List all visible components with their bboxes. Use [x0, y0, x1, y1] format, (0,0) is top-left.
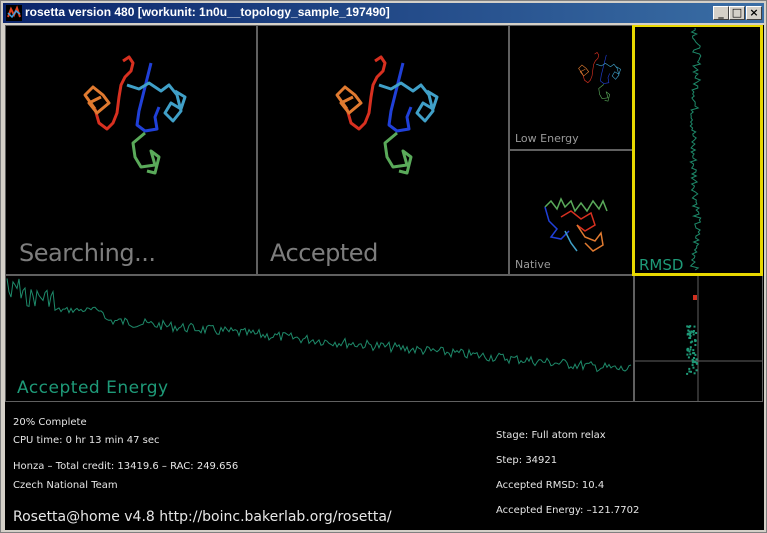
user-credit: Honza – Total credit: 13419.6 – RAC: 249… [13, 461, 239, 472]
minimize-icon: _ [718, 6, 724, 19]
scatter-point [693, 372, 696, 375]
maximize-button[interactable]: □ [729, 6, 745, 20]
scatter-point [691, 358, 694, 361]
rmsd-label: RMSD [639, 256, 684, 274]
energy-rmsd-scatter [686, 325, 698, 375]
accepted-energy-trace [6, 278, 632, 373]
scatter-point [692, 360, 695, 363]
accepted-energy-label: Accepted Energy [17, 378, 169, 398]
minimize-button[interactable]: _ [713, 6, 729, 20]
close-icon: × [749, 6, 759, 19]
native-protein [544, 197, 608, 252]
scatter-point [694, 339, 697, 342]
team-name: Czech National Team [13, 480, 118, 491]
rosetta-window: rosetta version 480 [workunit: 1n0u__top… [0, 0, 767, 533]
scatter-point [692, 366, 695, 369]
scatter-point [693, 352, 696, 355]
scatter-point [686, 332, 689, 335]
scatter-point [689, 325, 692, 328]
scatter-point [695, 369, 698, 372]
scatter-point [695, 362, 698, 365]
scatter-point [689, 346, 692, 349]
scatter-point [691, 364, 694, 367]
low-energy-protein [578, 52, 621, 102]
current-point-marker [693, 295, 697, 300]
step: Step: 34921 [496, 455, 558, 466]
scatter-point [688, 350, 691, 353]
scatter-point [688, 367, 691, 370]
maximize-icon: □ [731, 6, 743, 19]
scatter-point [692, 349, 695, 352]
graphics-canvas: Searching... Accepted Low Energy Native … [5, 25, 764, 530]
app-icon [6, 5, 22, 21]
close-button[interactable]: × [746, 6, 762, 20]
scatter-point [689, 353, 692, 356]
accepted-label: Accepted [270, 239, 378, 267]
scatter-point [694, 344, 697, 346]
cpu-time: CPU time: 0 hr 13 min 47 sec [13, 435, 160, 446]
stage: Stage: Full atom relax [496, 430, 606, 441]
scatter-point [686, 348, 689, 351]
searching-label: Searching... [19, 239, 156, 267]
percent-complete: 20% Complete [13, 417, 87, 428]
native-label: Native [515, 258, 551, 271]
footer-url[interactable]: Rosetta@home v4.8 http://boinc.bakerlab.… [13, 509, 392, 525]
scatter-point [693, 325, 696, 328]
scatter-point [695, 332, 698, 334]
scatter-point [688, 337, 691, 339]
scatter-point [689, 335, 692, 337]
scatter-point [695, 358, 698, 361]
scatter-point [686, 372, 689, 375]
rmsd-trace [689, 28, 702, 271]
scatter-point [690, 370, 692, 373]
scatter-point [689, 341, 692, 344]
searching-protein [83, 55, 187, 175]
scatter-point [688, 333, 691, 335]
scatter-point [689, 348, 692, 351]
scatter-point [692, 333, 695, 336]
low-energy-label: Low Energy [515, 132, 579, 145]
title-bar[interactable]: rosetta version 480 [workunit: 1n0u__top… [3, 3, 764, 23]
accepted-rmsd: Accepted RMSD: 10.4 [496, 480, 605, 491]
accepted-protein [335, 55, 439, 175]
scatter-point [694, 353, 697, 356]
accepted-energy-value: Accepted Energy: –121.7702 [496, 505, 640, 516]
window-title: rosetta version 480 [workunit: 1n0u__top… [25, 5, 390, 19]
rmsd-highlight [632, 25, 763, 276]
scatter-point [686, 353, 689, 356]
graphics-drawing [5, 25, 763, 402]
scatter-point [687, 356, 690, 359]
scatter-point [693, 357, 695, 359]
scatter-point [687, 325, 690, 328]
scatter-point [692, 331, 695, 333]
